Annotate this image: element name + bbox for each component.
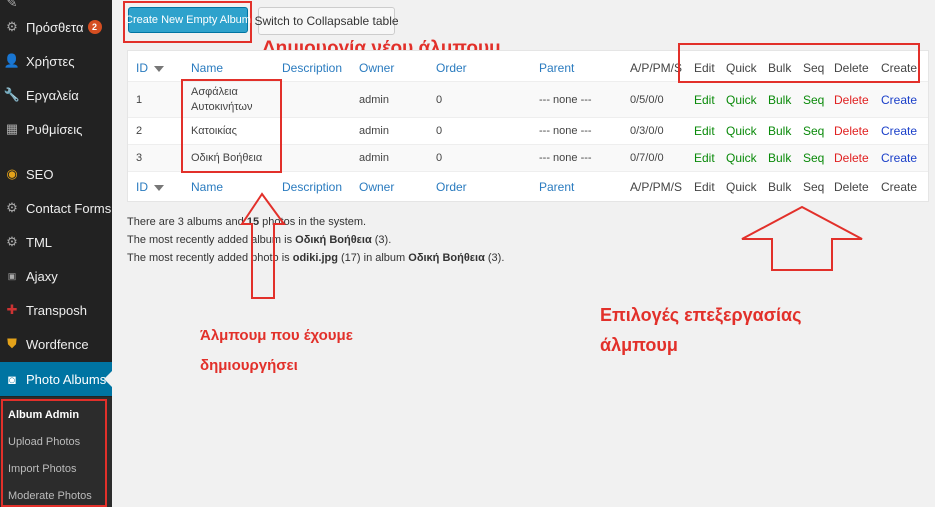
annotation-created-albums-line2: δημιουργήσει	[200, 357, 298, 374]
annotation-edit-options-line2: άλμπουμ	[600, 335, 678, 355]
annotation-created-albums-line1: Άλμπουμ που έχουμε	[200, 327, 353, 344]
up-arrow-edit-options	[741, 205, 863, 271]
annotation-edit-options-line1: Επιλογές επεξεργασίας	[600, 305, 802, 325]
annotation-arrows	[240, 192, 863, 299]
up-arrow-albums	[240, 192, 286, 299]
